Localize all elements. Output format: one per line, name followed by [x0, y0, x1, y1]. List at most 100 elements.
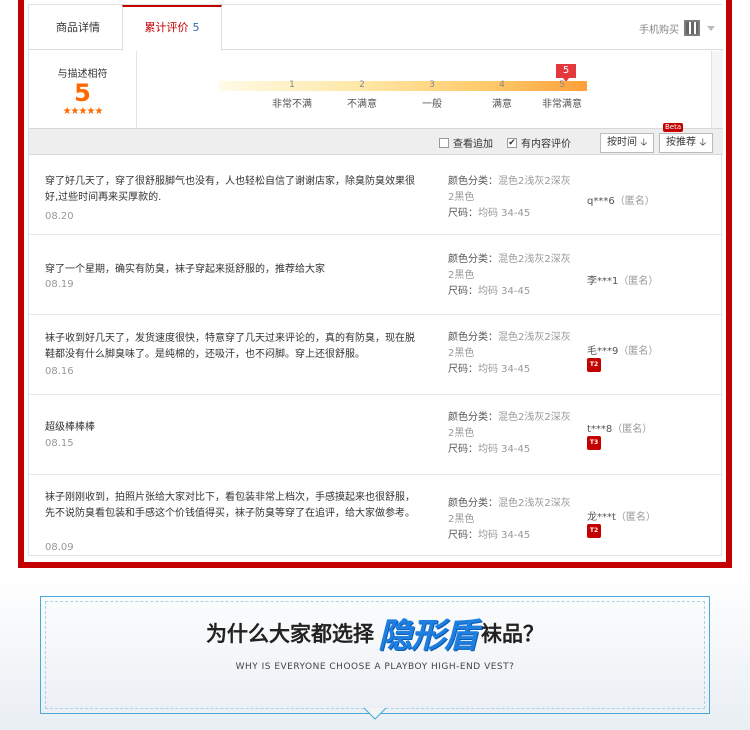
mobile-buy-label: 手机购买: [639, 24, 679, 36]
color-label: 颜色分类：: [448, 332, 498, 343]
arrow-down-icon: 🡣: [640, 137, 648, 148]
banner-title-after: 袜品？: [481, 622, 544, 646]
append-filter-label: 查看追加: [453, 139, 493, 150]
content-filter[interactable]: ✔ 有内容评价: [507, 135, 571, 150]
review-sku: 颜色分类：混色2浅灰2深灰2黑色 尺码：均码 34-45: [448, 496, 576, 544]
reviewer-name: 李***1（匿名）: [587, 272, 658, 287]
scale-label: 非常不满: [272, 99, 312, 110]
color-label: 颜色分类：: [448, 176, 498, 187]
reviewer-nick: 龙***t: [587, 512, 616, 523]
review-date: 08.15: [45, 438, 74, 449]
scale-label: 不满意: [347, 99, 377, 110]
sort-by-time-button[interactable]: 按时间 🡣: [600, 133, 655, 153]
content-filter-label: 有内容评价: [521, 139, 571, 150]
color-label: 颜色分类：: [448, 498, 498, 509]
banner-notch-icon: [363, 707, 387, 720]
tab-cumulative-reviews[interactable]: 累计评价 5: [122, 5, 222, 51]
banner-title-before: 为什么大家都选择: [206, 622, 374, 646]
score-stars: ★★★★★: [62, 106, 104, 117]
review-text: 袜子收到好几天了，发货速度很快，特意穿了几天过来评论的，真的有防臭，现在脱鞋都没…: [45, 333, 415, 360]
scale-tick: 4: [499, 80, 505, 90]
arrow-down-icon: 🡣: [699, 137, 707, 148]
scale-tick: 1: [289, 80, 295, 90]
size-label: 尺码：: [448, 364, 478, 375]
size-value: 均码 34-45: [478, 286, 531, 297]
user-level-badge: T3: [587, 436, 601, 450]
score-value: 5: [74, 79, 91, 107]
reviewer-nick: 毛***9: [587, 346, 619, 357]
banner-subtitle: WHY IS EVERYONE CHOOSE A PLAYBOY HIGH-EN…: [235, 662, 515, 672]
append-checkbox[interactable]: [439, 137, 449, 148]
anonymous-tag: （匿名）: [618, 346, 659, 357]
review-item: 超级棒棒棒 08.15 颜色分类：混色2浅灰2深灰2黑色 尺码：均码 34-45…: [29, 396, 723, 475]
size-label: 尺码：: [448, 444, 478, 455]
reviewer-name: q***6（匿名）: [587, 192, 655, 207]
review-date: 08.09: [45, 542, 74, 553]
scale-label: 一般: [422, 99, 442, 110]
review-panel: 商品详情 累计评价 5 手机购买 与描述相符 5 ★★★★★ 5 1 2 3 4…: [28, 4, 723, 557]
size-value: 均码 34-45: [478, 444, 531, 455]
tab-bar: 商品详情 累计评价 5 手机购买: [29, 5, 723, 51]
review-sku: 颜色分类：混色2浅灰2深灰2黑色 尺码：均码 34-45: [448, 330, 576, 378]
review-item: 袜子刚刚收到，拍照片张给大家对比下，看包装非常上档次，手感摸起来也很舒服，先不说…: [29, 476, 723, 555]
anonymous-tag: （匿名）: [615, 512, 656, 523]
review-date: 08.19: [45, 279, 74, 290]
reviewer-name: t***8（匿名）: [587, 420, 652, 435]
scale-tick: 5: [559, 80, 565, 90]
sort-by-recommend-label: 按推荐: [666, 137, 696, 148]
user-level-badge: T2: [587, 524, 601, 538]
reviewer-name: 龙***t（匿名）: [587, 508, 656, 523]
review-sku: 颜色分类：混色2浅灰2深灰2黑色 尺码：均码 34-45: [448, 174, 576, 222]
review-text: 袜子刚刚收到，拍照片张给大家对比下，看包装非常上档次，手感摸起来也很舒服，先不说…: [45, 492, 415, 519]
anonymous-tag: （匿名）: [618, 276, 659, 287]
anonymous-tag: （匿名）: [614, 196, 655, 207]
review-item: 穿了好几天了，穿了很舒服脚气也没有，人也轻松自信了谢谢店家，除臭防臭效果很好,过…: [29, 156, 723, 235]
user-level-badge: T2: [587, 358, 601, 372]
score-box: 与描述相符 5 ★★★★★: [29, 51, 137, 128]
mobile-buy-link[interactable]: 手机购买: [639, 19, 715, 37]
review-sku: 颜色分类：混色2浅灰2深灰2黑色 尺码：均码 34-45: [448, 410, 576, 458]
rating-scale-bar: 1 2 3 4 5 非常不满 不满意 一般 满意 非常满意: [219, 80, 587, 110]
promo-banner: 为什么大家都选择 隐形盾 袜品？ WHY IS EVERYONE CHOOSE A …: [0, 574, 750, 730]
qr-code-icon: [684, 20, 700, 36]
brand-name: 隐形盾: [378, 616, 478, 656]
reviewer-nick: 李***1: [587, 276, 619, 287]
beta-badge: Beta: [663, 123, 684, 132]
chevron-down-icon: [707, 25, 715, 31]
filter-bar: 查看追加 ✔ 有内容评价 按时间 🡣 Beta 按推荐 🡣: [29, 123, 723, 155]
size-value: 均码 34-45: [478, 208, 531, 219]
rating-summary: 与描述相符 5 ★★★★★ 5 1 2 3 4 5 非常不满 不满意 一般 满意…: [29, 51, 723, 128]
review-item: 穿了一个星期，确实有防臭，袜子穿起来挺舒服的，推荐给大家 08.19 颜色分类：…: [29, 236, 723, 315]
size-value: 均码 34-45: [478, 530, 531, 541]
scale-label: 满意: [492, 99, 512, 110]
review-date: 08.20: [45, 211, 74, 222]
scale-label: 非常满意: [542, 99, 582, 110]
review-sku: 颜色分类：混色2浅灰2深灰2黑色 尺码：均码 34-45: [448, 252, 576, 300]
append-filter[interactable]: 查看追加: [439, 135, 493, 150]
review-text: 超级棒棒棒: [45, 422, 95, 433]
tab-product-details[interactable]: 商品详情: [37, 5, 119, 51]
content-checkbox[interactable]: ✔: [507, 137, 517, 148]
reviewer-nick: t***8: [587, 424, 613, 435]
scale-tick: 3: [429, 80, 435, 90]
tab-product-details-label: 商品详情: [56, 21, 100, 34]
size-value: 均码 34-45: [478, 364, 531, 375]
review-date: 08.16: [45, 366, 74, 377]
sort-by-recommend-button[interactable]: 按推荐 🡣: [659, 133, 714, 153]
size-label: 尺码：: [448, 286, 478, 297]
sort-by-time-label: 按时间: [607, 137, 637, 148]
review-item: 袜子收到好几天了，发货速度很快，特意穿了几天过来评论的，真的有防臭，现在脱鞋都没…: [29, 316, 723, 395]
size-label: 尺码：: [448, 530, 478, 541]
tab-reviews-label: 累计评价: [144, 21, 189, 34]
reviewer-name: 毛***9（匿名）: [587, 342, 658, 357]
anonymous-tag: （匿名）: [612, 424, 653, 435]
score-marker: 5: [556, 64, 576, 82]
scrollbar[interactable]: [711, 51, 723, 128]
review-list: 穿了好几天了，穿了很舒服脚气也没有，人也轻松自信了谢谢店家，除臭防臭效果很好,过…: [29, 156, 723, 557]
tab-reviews-count: 5: [192, 21, 200, 34]
review-panel-frame: 商品详情 累计评价 5 手机购买 与描述相符 5 ★★★★★ 5 1 2 3 4…: [18, 0, 732, 568]
color-label: 颜色分类：: [448, 254, 498, 265]
review-text: 穿了一个星期，确实有防臭，袜子穿起来挺舒服的，推荐给大家: [45, 264, 325, 275]
size-label: 尺码：: [448, 208, 478, 219]
score-label: 与描述相符: [57, 69, 108, 80]
